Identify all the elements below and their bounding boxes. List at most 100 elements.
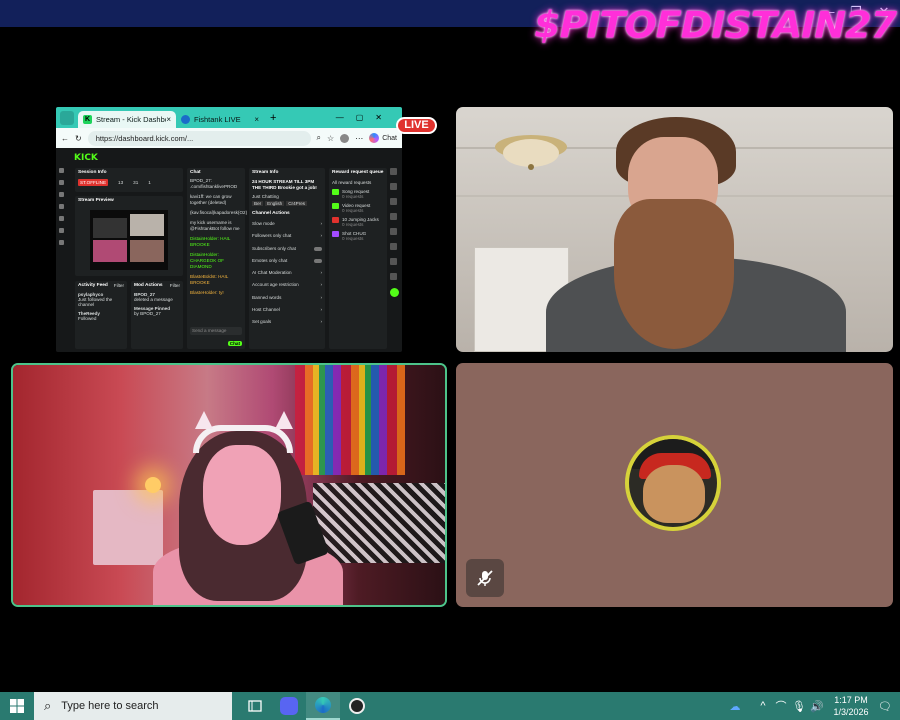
user-avatar[interactable] <box>625 435 721 531</box>
address-bar-row: ← ↻ https://dashboard.kick.com/... ⌕ ☆ ⋯… <box>56 128 402 148</box>
obs-icon[interactable] <box>340 692 374 720</box>
browser-window-controls[interactable]: —▢✕ <box>336 113 394 122</box>
panel-title: Mod Actions <box>134 283 163 288</box>
all-rewards-label[interactable]: All reward requests <box>329 178 387 187</box>
sidebar-icon[interactable] <box>59 168 64 173</box>
url-field[interactable]: https://dashboard.kick.com/... <box>87 130 311 146</box>
new-tab-button[interactable]: + <box>270 112 276 124</box>
system-tray: ☁ ^ ⌒ 🎙 🔊 1:17 PM 1/3/2026 🗨 <box>726 692 900 720</box>
reward-icon <box>332 189 339 195</box>
sidebar-icon[interactable] <box>59 204 64 209</box>
avatar-cat-face <box>643 465 705 523</box>
stat-value: 31 <box>133 180 139 185</box>
channel-action-item[interactable]: Set goals › <box>252 316 322 328</box>
list-item: BPOD_27 deleted a message <box>134 292 173 302</box>
ceiling-lamp-image <box>492 133 570 175</box>
rail-icon[interactable] <box>390 183 397 190</box>
rail-icon[interactable] <box>390 258 397 265</box>
stream-preview-panel: Stream Preview <box>75 196 183 276</box>
sidebar-icon[interactable] <box>59 228 64 233</box>
network-icon[interactable]: ⌒ <box>772 698 790 714</box>
channel-action-item[interactable]: Emotes only chat <box>252 255 322 267</box>
tab-label: Fishtank LIVE <box>194 115 241 124</box>
fishtank-logo-icon <box>181 115 190 124</box>
profile-avatar-icon[interactable] <box>340 133 350 143</box>
rail-icon[interactable] <box>390 273 397 280</box>
help-icon[interactable] <box>390 288 399 297</box>
stream-preview-video[interactable] <box>90 210 168 270</box>
mic-off-icon[interactable] <box>466 559 504 597</box>
toggle[interactable] <box>314 259 322 264</box>
tab-label: Stream - Kick Dashboar <box>96 115 166 124</box>
discord-icon[interactable] <box>272 692 306 720</box>
zebra-blanket <box>313 483 445 563</box>
chat-input[interactable]: Send a message <box>190 327 242 335</box>
chat-message: DistainHolder: CHARGEOK OF DIAMOND <box>190 252 224 269</box>
reward-item[interactable]: 10 Jumping Jacks 0 requests <box>329 215 387 229</box>
reward-item[interactable]: Shot CHUG 0 requests <box>329 229 387 243</box>
panel-title: Activity Feed <box>78 283 108 288</box>
refresh-button[interactable]: ↻ <box>75 134 82 143</box>
sidebar-icon[interactable] <box>59 180 64 185</box>
start-button[interactable] <box>0 692 34 720</box>
channel-action-item[interactable]: Subscribers only chat <box>252 243 322 255</box>
search-placeholder: Type here to search <box>61 700 159 712</box>
list-item: psylaphyco Just followed the channel <box>78 292 113 307</box>
notification-icon[interactable]: 🗨 <box>876 700 894 713</box>
channel-action-item[interactable]: Host Channel › <box>252 304 322 316</box>
chat-send-button[interactable]: Chat <box>227 341 242 346</box>
reward-icon <box>332 231 339 237</box>
rail-icon[interactable] <box>390 168 397 175</box>
copilot-chat-button[interactable]: Chat <box>369 133 397 143</box>
cloud-icon[interactable]: ☁ <box>726 700 744 713</box>
tag: Ber <box>252 201 264 206</box>
filter-button[interactable]: Filter <box>170 283 180 288</box>
clock[interactable]: 1:17 PM 1/3/2026 <box>826 694 876 718</box>
tag: English <box>265 201 285 206</box>
zoom-icon[interactable]: ⌕ <box>317 133 321 143</box>
rail-icon[interactable] <box>390 213 397 220</box>
person-face <box>203 445 281 545</box>
list-item: Message Pinned by BPOD_27 <box>134 306 170 316</box>
reward-item[interactable]: Song request 0 requests <box>329 187 387 201</box>
clock-time: 1:17 PM <box>834 695 868 705</box>
kick-dashboard: KICK Session Info ST.OFFLINE 13 31 1 Str… <box>56 148 402 352</box>
toggle[interactable] <box>314 246 322 251</box>
taskbar-search-box[interactable]: ⌕ Type here to search <box>34 692 232 720</box>
reward-item[interactable]: Video request 0 requests <box>329 201 387 215</box>
screen: — ❐ ✕ $PITOFDISTAIN27 K Stream - Kick Da… <box>0 0 900 720</box>
reward-icon <box>332 203 339 209</box>
channel-action-item[interactable]: Banned words › <box>252 292 322 304</box>
close-tab-icon[interactable]: × <box>166 115 171 124</box>
microphone-icon[interactable]: 🎙 <box>790 700 808 713</box>
task-view-icon[interactable] <box>238 692 272 720</box>
close-tab-icon[interactable]: × <box>254 115 259 124</box>
channel-action-item[interactable]: Account age restriction › <box>252 279 322 291</box>
chevron-up-icon[interactable]: ^ <box>754 700 772 712</box>
filter-button[interactable]: Filter <box>114 283 124 288</box>
preview-avatar-thumb <box>130 240 164 262</box>
tab-fishtank-live[interactable]: Fishtank LIVE × <box>176 111 264 128</box>
tab-kick-dashboard[interactable]: K Stream - Kick Dashboar × <box>78 111 176 128</box>
person-beard <box>614 199 734 349</box>
channel-action-item[interactable]: Slow mode › <box>252 218 322 230</box>
tab-list-icon[interactable] <box>60 110 74 125</box>
channel-action-item[interactable]: AI Chat Moderation › <box>252 267 322 279</box>
dresser-image <box>93 490 163 565</box>
sidebar-icon[interactable] <box>59 192 64 197</box>
back-button[interactable]: ← <box>61 134 69 143</box>
favorite-star-icon[interactable]: ☆ <box>327 134 334 143</box>
rail-icon[interactable] <box>390 198 397 205</box>
sidebar-icon[interactable] <box>59 240 64 245</box>
sidebar-icon[interactable] <box>59 216 64 221</box>
edge-icon[interactable] <box>306 692 340 720</box>
more-menu-icon[interactable]: ⋯ <box>355 134 363 143</box>
panel-title: Reward request queue <box>332 170 384 175</box>
panel-title: Chat <box>190 170 201 175</box>
rail-icon[interactable] <box>390 228 397 235</box>
volume-icon[interactable]: 🔊 <box>808 700 826 713</box>
rail-icon[interactable] <box>390 243 397 250</box>
channel-action-item[interactable]: Followers only chat › <box>252 230 322 242</box>
tag: Cr4Pres <box>286 201 308 206</box>
cat-ear-right <box>275 411 293 429</box>
